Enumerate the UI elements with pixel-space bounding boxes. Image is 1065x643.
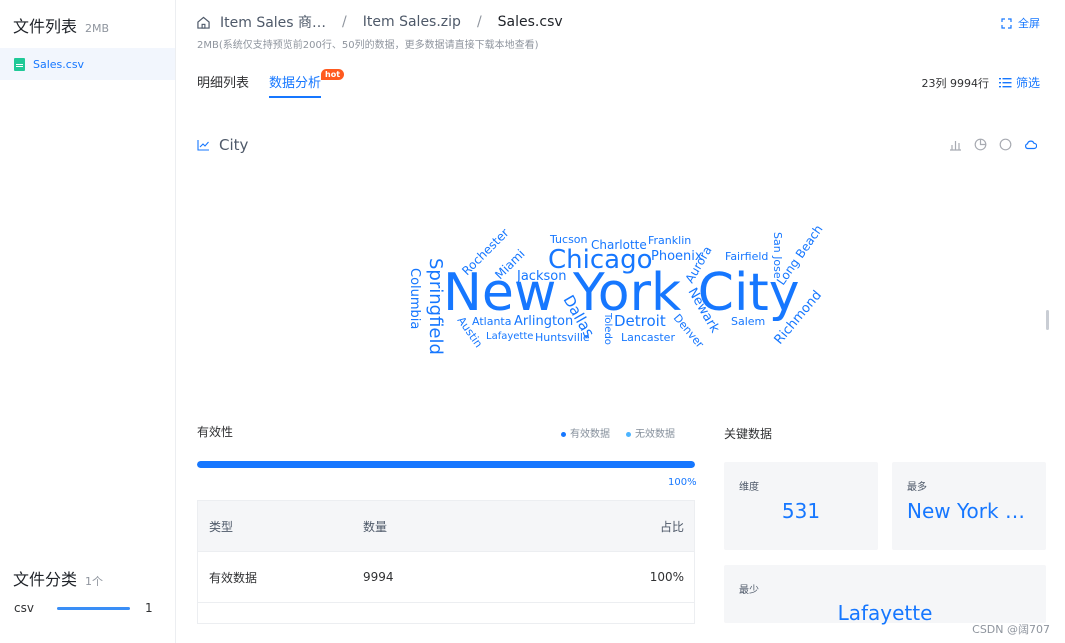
tab-data-analysis[interactable]: 数据分析 hot	[269, 69, 345, 98]
word-item: Fairfield	[725, 250, 768, 263]
sidebar: 文件列表 2MB Sales.csv 文件分类 1个 csv 1	[0, 0, 176, 643]
dimension-value: 531	[781, 499, 821, 523]
category-header: 文件分类 1个	[13, 566, 103, 590]
chart-type-switcher	[949, 138, 1037, 151]
most-card: 最多 New York …	[892, 462, 1046, 550]
breadcrumb-item[interactable]: Item Sales.zip	[363, 14, 461, 30]
bar-chart-icon[interactable]	[949, 138, 962, 151]
word-item: Tucson	[549, 233, 588, 246]
category-name: csv	[14, 601, 34, 615]
legend-label: 有效数据	[570, 429, 610, 440]
table-header-row: 类型 数量 占比	[198, 501, 694, 552]
category-row-csv[interactable]: csv 1	[14, 600, 154, 616]
table-row-empty	[198, 603, 694, 623]
word-item: Arlington	[514, 314, 573, 329]
word-item: Salem	[731, 315, 765, 328]
table-meta: 23列 9994行 筛选	[921, 74, 1040, 91]
home-icon[interactable]	[197, 16, 210, 29]
most-value: New York …	[907, 499, 1025, 523]
watermark: CSDN @阔707	[972, 623, 1050, 636]
word-item: Springfield	[425, 258, 446, 355]
tab-detail-list[interactable]: 明细列表	[197, 72, 249, 98]
sidebar-size: 2MB	[85, 22, 110, 35]
word-item: Jackson	[516, 269, 566, 284]
word-item: Huntsville	[535, 331, 590, 344]
validity-legend: 有效数据 无效数据	[561, 425, 675, 440]
list-icon	[998, 78, 1012, 88]
app-root: 文件列表 2MB Sales.csv 文件分类 1个 csv 1 Item Sa…	[0, 0, 1065, 643]
word-cloud: New York City Chicago Springfield Columb…	[407, 222, 826, 355]
section-header: City	[197, 136, 248, 154]
legend-dot	[626, 431, 631, 437]
least-card: 最少 Lafayette	[724, 565, 1046, 625]
word-item: Columbia	[407, 268, 422, 329]
validity-progress-bar	[197, 461, 695, 468]
line-chart-icon	[197, 140, 209, 151]
category-item-count: 1	[145, 601, 153, 615]
column-header-ratio: 占比	[659, 519, 684, 534]
main-panel: Item Sales 商… / Item Sales.zip / Sales.c…	[197, 0, 1046, 643]
filter-label: 筛选	[1015, 76, 1040, 90]
key-data-title: 关键数据	[724, 427, 773, 441]
legend-item-invalid[interactable]: 无效数据	[626, 425, 675, 440]
breadcrumb-current: Sales.csv	[497, 14, 563, 30]
breadcrumb-item[interactable]: Item Sales 商…	[220, 12, 326, 32]
category-count: 1个	[85, 575, 104, 588]
category-title: 文件分类	[13, 570, 78, 589]
category-bar	[57, 606, 130, 610]
sidebar-title: 文件列表	[13, 17, 78, 36]
word-item: Franklin	[648, 234, 691, 247]
filter-button[interactable]: 筛选	[998, 74, 1040, 91]
fullscreen-label: 全屏	[1018, 17, 1040, 30]
word-item: Lancaster	[621, 331, 675, 344]
tab-bar: 明细列表 数据分析 hot	[197, 69, 345, 98]
hot-badge: hot	[321, 69, 345, 80]
most-label: 最多	[907, 482, 927, 493]
word-cloud-icon[interactable]	[1024, 138, 1037, 151]
fullscreen-icon	[1001, 17, 1012, 29]
word-item: Charlotte	[591, 238, 647, 252]
cell-ratio: 100%	[649, 570, 684, 584]
file-item-sales-csv[interactable]: Sales.csv	[0, 48, 175, 80]
column-header-type: 类型	[209, 519, 234, 534]
validity-table: 类型 数量 占比 有效数据 9994 100%	[197, 500, 695, 624]
rows-cols-count: 23列 9994行	[921, 76, 989, 90]
section-title: City	[219, 136, 249, 154]
file-name: Sales.csv	[33, 57, 85, 71]
tab-label: 数据分析	[269, 76, 322, 91]
pie-chart-icon[interactable]	[974, 138, 987, 151]
breadcrumb-separator: /	[476, 14, 482, 30]
word-item: Atlanta	[472, 315, 511, 328]
dimension-card: 维度 531	[724, 462, 878, 550]
word-item: Lafayette	[486, 331, 533, 342]
word-item: Toledo	[602, 312, 613, 345]
progress-percent: 100%	[668, 477, 697, 488]
csv-file-icon	[14, 57, 25, 71]
scrollbar-thumb[interactable]	[1046, 310, 1049, 330]
legend-item-valid[interactable]: 有效数据	[561, 425, 610, 440]
breadcrumb: Item Sales 商… / Item Sales.zip / Sales.c…	[197, 12, 563, 32]
sidebar-header: 文件列表 2MB	[13, 13, 109, 37]
column-header-count: 数量	[363, 519, 388, 534]
word-item: Detroit	[614, 312, 666, 330]
cell-type: 有效数据	[209, 570, 258, 585]
cell-count: 9994	[363, 570, 394, 584]
legend-dot	[561, 431, 566, 437]
table-row: 有效数据 9994 100%	[198, 552, 694, 603]
validity-title: 有效性	[197, 425, 234, 439]
breadcrumb-separator: /	[342, 14, 347, 30]
dimension-label: 维度	[739, 482, 759, 493]
fullscreen-button[interactable]: 全屏	[1001, 15, 1040, 31]
ring-chart-icon[interactable]	[999, 138, 1012, 151]
least-label: 最少	[739, 585, 759, 596]
preview-note: 2MB(系统仅支持预览前200行、50列的数据，更多数据请直接下载本地查看)	[197, 40, 539, 51]
progress-fill	[197, 461, 695, 468]
legend-label: 无效数据	[635, 429, 675, 440]
